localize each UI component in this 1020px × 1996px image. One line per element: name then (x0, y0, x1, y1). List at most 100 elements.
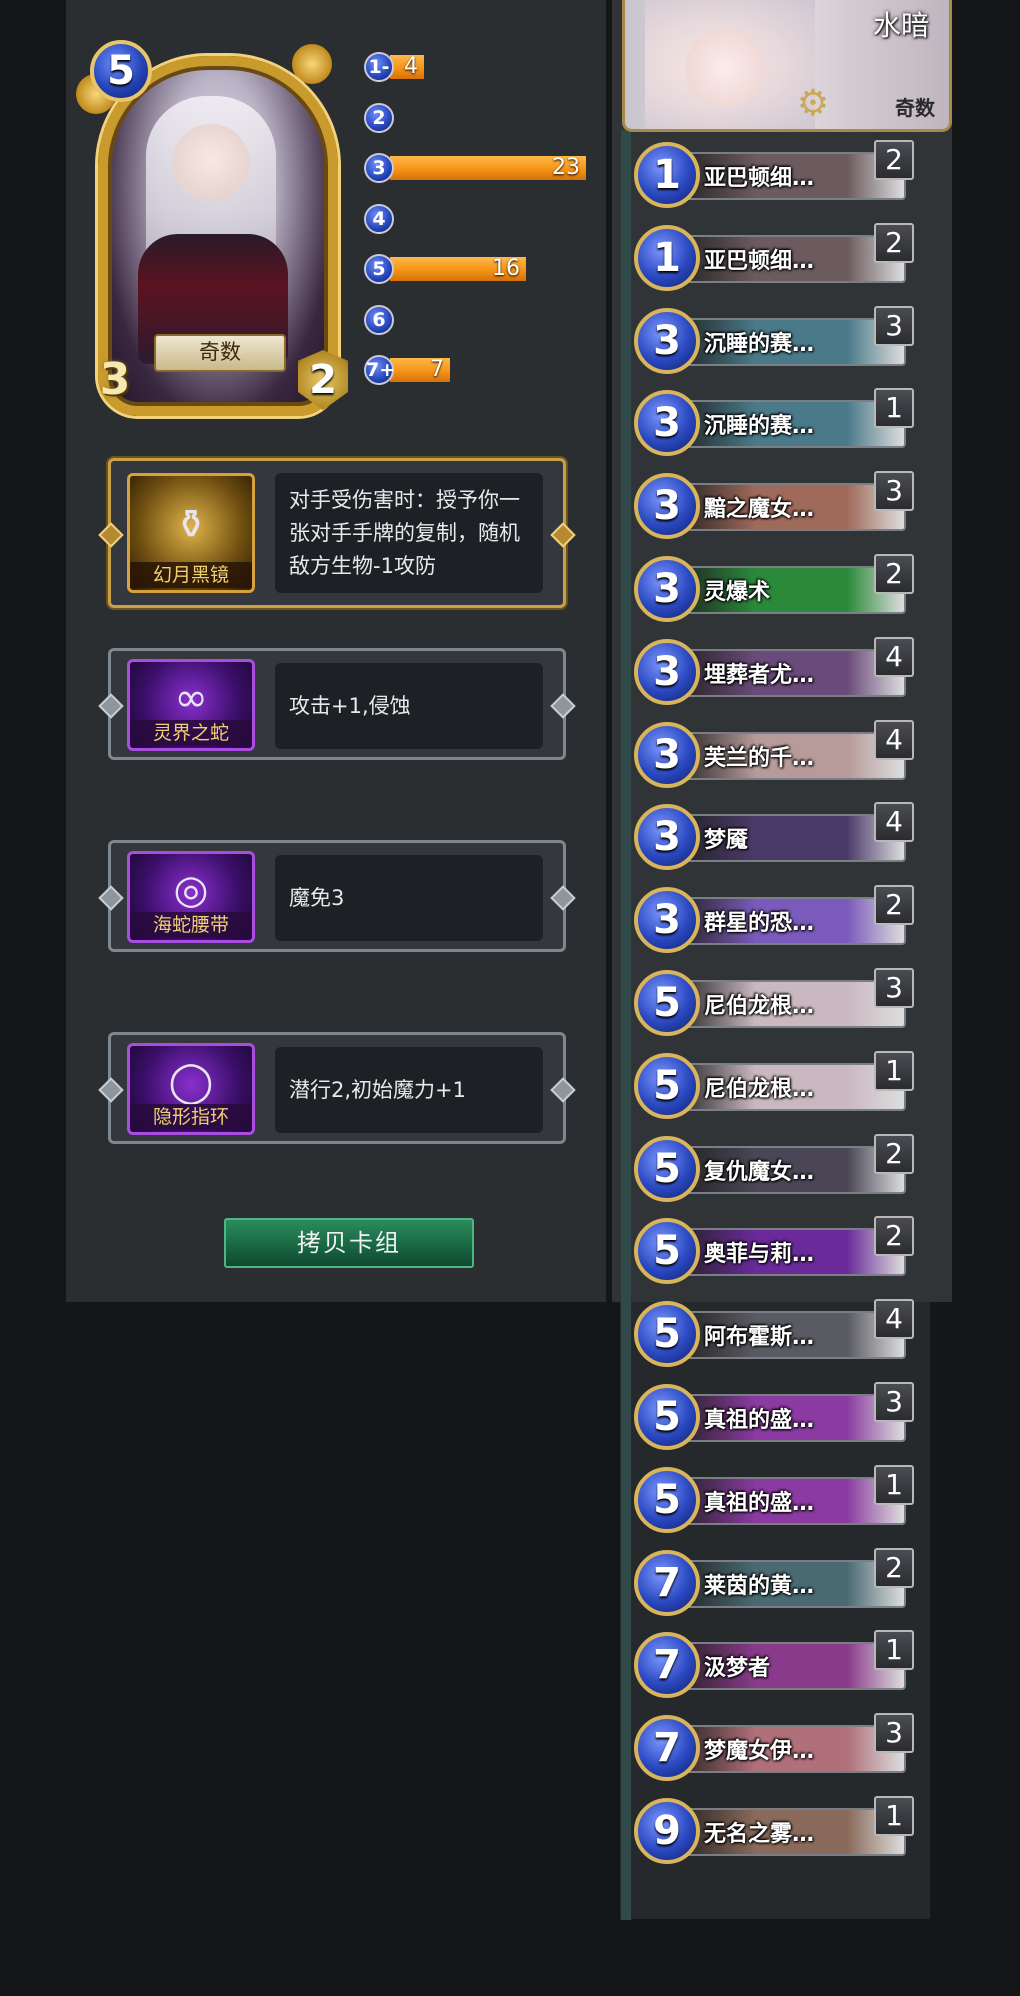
deck-card-row[interactable]: 复仇魔女… 5 2 (634, 1133, 914, 1204)
deck-card-cost-gem: 1 (634, 142, 700, 208)
deck-card-cost-gem: 3 (634, 804, 700, 871)
deck-card-cost-gem: 7 (634, 1549, 700, 1616)
deck-card-row[interactable]: 莱茵的黄… 7 2 (634, 1547, 914, 1618)
hero-art (172, 124, 250, 202)
deck-card-cost-gem: 3 (634, 307, 700, 374)
deck-card-row[interactable]: 尼伯龙根… 5 3 (634, 968, 914, 1038)
deck-card-cost-gem: 5 (634, 970, 700, 1036)
deck-card-name: 阿布霍斯… (704, 1325, 815, 1351)
deck-card-count: 3 (874, 305, 914, 346)
deck-card-row[interactable]: 奥菲与莉… 5 2 (634, 1216, 914, 1286)
deck-card-row[interactable]: 尼伯龙根… 5 1 (634, 1050, 914, 1121)
deck-card-name: 沉睡的赛… (704, 414, 815, 440)
mana-curve-row: 16 5 (364, 254, 594, 284)
hero-attack: 3 (99, 354, 131, 405)
equipment-description-box: 潜行2,初始魔力+1 (275, 1047, 543, 1133)
mana-curve-count: 23 (552, 155, 580, 180)
equipment-description: 对手受伤害时：授予你一张对手手牌的复制，随机敌方生物-1攻防 (289, 487, 520, 578)
deck-card-cost-gem: 7 (634, 1715, 700, 1782)
deck-card-cost-gem: 3 (634, 556, 700, 622)
deck-card-name: 真祖的盛… (704, 1490, 815, 1516)
mana-curve-row: 7 7+ (364, 355, 594, 385)
deck-class-label: 奇数 (895, 96, 935, 120)
equipment-icon-frame: ⚱ 幻月黑镜 (127, 473, 255, 593)
mana-curve-bar: 4 (390, 55, 424, 79)
deck-card-row[interactable]: 灵爆术 3 2 (634, 554, 914, 624)
deck-card-count: 3 (874, 1713, 914, 1754)
deck-card-name: 亚巴顿细… (704, 248, 815, 274)
deck-card-row[interactable]: 真祖的盛… 5 3 (634, 1382, 914, 1452)
deck-card-count: 1 (874, 1050, 914, 1091)
mana-curve-row: 4 (364, 203, 594, 234)
deck-card-cost-gem: 3 (634, 390, 700, 457)
deck-card-name: 尼伯龙根… (704, 994, 815, 1019)
equipment-art-icon: ∞ (174, 675, 208, 721)
deck-card-count: 1 (874, 1630, 914, 1671)
deck-card-cost-gem: 3 (634, 473, 700, 540)
mana-curve-bar: 16 (390, 257, 526, 281)
mana-cost-gem: 4 (364, 203, 394, 234)
equipment-slot[interactable]: ∞ 灵界之蛇 攻击+1,侵蚀 (98, 648, 576, 760)
deck-card-cost-gem: 3 (634, 721, 700, 788)
deck-card-count: 2 (874, 554, 914, 594)
deck-card-cost-gem: 5 (634, 1301, 700, 1368)
equipment-name: 海蛇腰带 (130, 912, 252, 938)
deck-card-row[interactable]: 群星的恐… 3 2 (634, 885, 914, 955)
mana-curve-bar: 23 (390, 156, 586, 180)
deck-card-row[interactable]: 梦魇 3 4 (634, 802, 914, 872)
deck-card-row[interactable]: 汲梦者 7 1 (634, 1630, 914, 1700)
equipment-slot[interactable]: ◎ 海蛇腰带 魔免3 (98, 840, 576, 952)
deck-card-name: 真祖的盛… (704, 1408, 815, 1433)
equipment-description: 攻击+1,侵蚀 (289, 693, 411, 718)
deck-card-cost-gem: 5 (634, 1135, 700, 1202)
deck-card-count: 4 (874, 802, 914, 843)
deck-card-name: 梦魇 (704, 828, 749, 854)
deck-card-cost-gem: 9 (634, 1798, 700, 1864)
deck-card-count: 4 (874, 1299, 914, 1340)
deck-card-cost-gem: 5 (634, 1218, 700, 1285)
equipment-description-box: 魔免3 (275, 855, 543, 941)
deck-header: 水暗 ⚙ 奇数 (622, 0, 952, 132)
mana-cost-gem: 5 (364, 254, 394, 284)
deck-card-cost-gem: 3 (634, 887, 700, 954)
deck-card-row[interactable]: 沉睡的赛… 3 1 (634, 388, 914, 458)
deck-card-name: 黯之魔女… (704, 497, 815, 523)
deck-card-row[interactable]: 芙兰的千… 3 4 (634, 719, 914, 790)
deck-card-row[interactable]: 黯之魔女… 3 3 (634, 471, 914, 541)
deck-card-row[interactable]: 亚巴顿细… 1 2 (634, 140, 914, 210)
mana-curve-row: 23 3 (364, 153, 594, 183)
deck-title: 水暗 (872, 9, 929, 42)
equipment-slot[interactable]: ⚱ 幻月黑镜 对手受伤害时：授予你一张对手手牌的复制，随机敌方生物-1攻防 (98, 458, 576, 608)
deck-card-name: 复仇魔女… (704, 1159, 815, 1185)
deck-card-row[interactable]: 沉睡的赛… 3 3 (634, 305, 914, 376)
copy-deck-button[interactable]: 拷贝卡组 (224, 1218, 474, 1268)
equipment-art-icon: ◯ (168, 1059, 214, 1105)
deck-card-name: 尼伯龙根… (704, 1076, 815, 1102)
equipment-name: 隐形指环 (130, 1104, 252, 1130)
gold-ornament (292, 44, 332, 84)
hero-card[interactable]: 5 奇数 3 2 (76, 34, 348, 416)
deck-card-name: 奥菲与莉… (704, 1242, 815, 1268)
equipment-name: 幻月黑镜 (130, 562, 252, 588)
mana-curve-count: 4 (404, 54, 418, 79)
mana-curve-count: 7 (430, 357, 444, 382)
equipment-art-icon: ⚱ (174, 502, 208, 548)
deck-card-row[interactable]: 真祖的盛… 5 1 (634, 1464, 914, 1535)
deck-card-name: 沉睡的赛… (704, 331, 815, 357)
deck-card-count: 2 (874, 1547, 914, 1588)
gear-icon[interactable]: ⚙ (793, 84, 833, 124)
mana-cost-gem: 3 (364, 153, 394, 183)
deck-card-name: 埋葬者尤… (704, 662, 815, 688)
deck-card-row[interactable]: 梦魔女伊… 7 3 (634, 1713, 914, 1783)
deck-card-row[interactable]: 亚巴顿细… 1 2 (634, 222, 914, 293)
deck-card-row[interactable]: 埋葬者尤… 3 4 (634, 636, 914, 707)
deck-card-row[interactable]: 无名之雾… 9 1 (634, 1796, 914, 1866)
mana-curve-count: 16 (492, 256, 520, 281)
deck-card-count: 2 (874, 222, 914, 263)
deck-card-row[interactable]: 阿布霍斯… 5 4 (634, 1299, 914, 1369)
deck-card-name: 汲梦者 (704, 1656, 771, 1682)
deck-card-count: 3 (874, 1382, 914, 1422)
deck-card-cost-gem: 5 (634, 1466, 700, 1533)
equipment-slot[interactable]: ◯ 隐形指环 潜行2,初始魔力+1 (98, 1032, 576, 1144)
equipment-description: 潜行2,初始魔力+1 (289, 1077, 466, 1102)
